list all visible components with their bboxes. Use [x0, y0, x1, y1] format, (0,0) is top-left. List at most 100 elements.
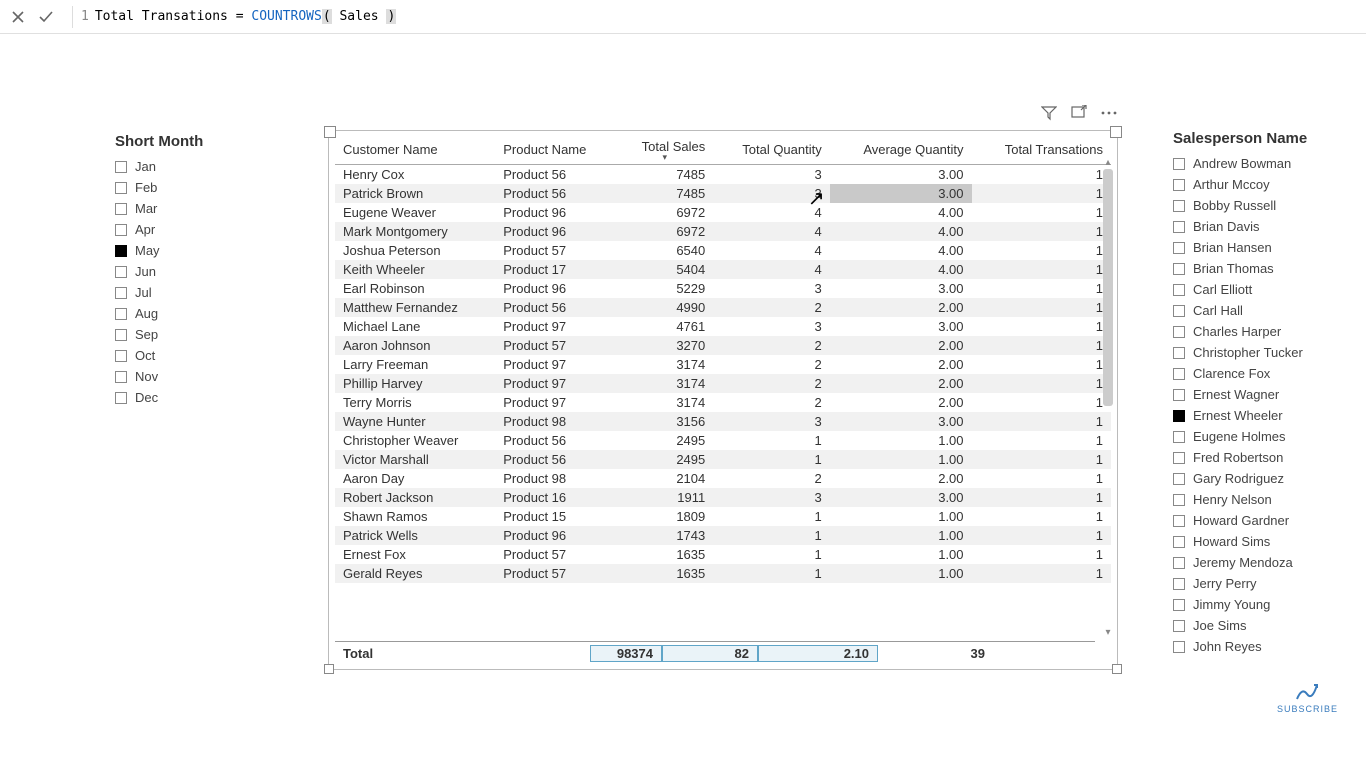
- salesperson-slicer-item[interactable]: Howard Sims: [1173, 531, 1353, 552]
- table-visual[interactable]: Customer NameProduct NameTotal SalesTota…: [328, 130, 1118, 670]
- table-row[interactable]: Eugene WeaverProduct 96697244.001: [335, 203, 1111, 222]
- month-slicer-item[interactable]: Dec: [115, 387, 295, 408]
- table-row[interactable]: Joshua PetersonProduct 57654044.001: [335, 241, 1111, 260]
- table-row[interactable]: Gerald ReyesProduct 57163511.001: [335, 564, 1111, 583]
- checkbox-icon[interactable]: [115, 371, 127, 383]
- salesperson-slicer-item[interactable]: Ernest Wagner: [1173, 384, 1353, 405]
- table-row[interactable]: Wayne HunterProduct 98315633.001: [335, 412, 1111, 431]
- checkbox-icon[interactable]: [1173, 200, 1185, 212]
- month-slicer-item[interactable]: Sep: [115, 324, 295, 345]
- salesperson-slicer-item[interactable]: Brian Davis: [1173, 216, 1353, 237]
- checkbox-icon[interactable]: [1173, 557, 1185, 569]
- checkbox-icon[interactable]: [1173, 326, 1185, 338]
- checkbox-icon[interactable]: [1173, 620, 1185, 632]
- checkbox-icon[interactable]: [1173, 410, 1185, 422]
- table-row[interactable]: Michael LaneProduct 97476133.001: [335, 317, 1111, 336]
- checkbox-icon[interactable]: [1173, 158, 1185, 170]
- month-slicer-item[interactable]: Oct: [115, 345, 295, 366]
- month-slicer-item[interactable]: Aug: [115, 303, 295, 324]
- salesperson-slicer-item[interactable]: John Reyes: [1173, 636, 1353, 657]
- checkbox-icon[interactable]: [1173, 494, 1185, 506]
- checkbox-icon[interactable]: [1173, 263, 1185, 275]
- filter-icon[interactable]: [1040, 104, 1058, 122]
- column-header[interactable]: Customer Name: [335, 135, 495, 165]
- salesperson-slicer-item[interactable]: Arthur Mccoy: [1173, 174, 1353, 195]
- checkbox-icon[interactable]: [1173, 347, 1185, 359]
- scroll-down-icon[interactable]: ▾: [1101, 625, 1115, 639]
- salesperson-slicer-item[interactable]: Jimmy Young: [1173, 594, 1353, 615]
- checkbox-icon[interactable]: [1173, 473, 1185, 485]
- table-row[interactable]: Patrick BrownProduct 56748533.001: [335, 184, 1111, 203]
- checkbox-icon[interactable]: [115, 350, 127, 362]
- more-options-icon[interactable]: [1100, 104, 1118, 122]
- checkbox-icon[interactable]: [115, 182, 127, 194]
- salesperson-slicer-item[interactable]: Eugene Holmes: [1173, 426, 1353, 447]
- checkbox-icon[interactable]: [115, 329, 127, 341]
- checkbox-icon[interactable]: [1173, 221, 1185, 233]
- table-row[interactable]: Phillip HarveyProduct 97317422.001: [335, 374, 1111, 393]
- checkbox-icon[interactable]: [1173, 515, 1185, 527]
- month-slicer-item[interactable]: May: [115, 240, 295, 261]
- month-slicer[interactable]: Short Month JanFebMarAprMayJunJulAugSepO…: [115, 133, 295, 408]
- salesperson-slicer-item[interactable]: Jerry Perry: [1173, 573, 1353, 594]
- salesperson-slicer-item[interactable]: Brian Hansen: [1173, 237, 1353, 258]
- checkbox-icon[interactable]: [1173, 284, 1185, 296]
- checkbox-icon[interactable]: [1173, 179, 1185, 191]
- checkbox-icon[interactable]: [1173, 242, 1185, 254]
- salesperson-slicer-item[interactable]: Jeremy Mendoza: [1173, 552, 1353, 573]
- table-row[interactable]: Keith WheelerProduct 17540444.001: [335, 260, 1111, 279]
- salesperson-slicer-item[interactable]: Carl Elliott: [1173, 279, 1353, 300]
- table-row[interactable]: Earl RobinsonProduct 96522933.001: [335, 279, 1111, 298]
- month-slicer-item[interactable]: Nov: [115, 366, 295, 387]
- table-row[interactable]: Aaron DayProduct 98210422.001: [335, 469, 1111, 488]
- column-header[interactable]: Total Quantity: [713, 135, 830, 165]
- table-row[interactable]: Matthew FernandezProduct 56499022.001: [335, 298, 1111, 317]
- checkbox-icon[interactable]: [1173, 536, 1185, 548]
- checkbox-icon[interactable]: [115, 224, 127, 236]
- checkbox-icon[interactable]: [1173, 368, 1185, 380]
- table-row[interactable]: Patrick WellsProduct 96174311.001: [335, 526, 1111, 545]
- table-row[interactable]: Aaron JohnsonProduct 57327022.001: [335, 336, 1111, 355]
- salesperson-slicer-item[interactable]: Fred Robertson: [1173, 447, 1353, 468]
- month-slicer-item[interactable]: Apr: [115, 219, 295, 240]
- salesperson-slicer-item[interactable]: Brian Thomas: [1173, 258, 1353, 279]
- salesperson-slicer-item[interactable]: Carl Hall: [1173, 300, 1353, 321]
- salesperson-slicer[interactable]: Salesperson Name Andrew BowmanArthur Mcc…: [1173, 130, 1353, 657]
- checkbox-icon[interactable]: [115, 161, 127, 173]
- table-row[interactable]: Henry CoxProduct 56748533.001: [335, 165, 1111, 185]
- table-row[interactable]: Christopher WeaverProduct 56249511.001: [335, 431, 1111, 450]
- table-row[interactable]: Victor MarshallProduct 56249511.001: [335, 450, 1111, 469]
- salesperson-slicer-item[interactable]: Clarence Fox: [1173, 363, 1353, 384]
- table-row[interactable]: Terry MorrisProduct 97317422.001: [335, 393, 1111, 412]
- table-row[interactable]: Mark MontgomeryProduct 96697244.001: [335, 222, 1111, 241]
- month-slicer-item[interactable]: Jan: [115, 156, 295, 177]
- scrollbar-thumb[interactable]: [1103, 169, 1113, 406]
- table-row[interactable]: Robert JacksonProduct 16191133.001: [335, 488, 1111, 507]
- vertical-scrollbar[interactable]: ▴ ▾: [1101, 155, 1115, 639]
- salesperson-slicer-item[interactable]: Andrew Bowman: [1173, 153, 1353, 174]
- subscribe-badge[interactable]: SUBSCRIBE: [1277, 682, 1338, 714]
- month-slicer-item[interactable]: Mar: [115, 198, 295, 219]
- checkbox-icon[interactable]: [1173, 599, 1185, 611]
- checkbox-icon[interactable]: [1173, 452, 1185, 464]
- table-row[interactable]: Larry FreemanProduct 97317422.001: [335, 355, 1111, 374]
- formula-commit-button[interactable]: [36, 7, 56, 27]
- table-row[interactable]: Shawn RamosProduct 15180911.001: [335, 507, 1111, 526]
- salesperson-slicer-item[interactable]: Howard Gardner: [1173, 510, 1353, 531]
- month-slicer-item[interactable]: Jul: [115, 282, 295, 303]
- checkbox-icon[interactable]: [1173, 389, 1185, 401]
- column-header[interactable]: Total Transations: [972, 135, 1111, 165]
- formula-text[interactable]: Total Transations = COUNTROWS( Sales ): [95, 9, 396, 24]
- salesperson-slicer-item[interactable]: Charles Harper: [1173, 321, 1353, 342]
- column-header[interactable]: Product Name: [495, 135, 616, 165]
- checkbox-icon[interactable]: [1173, 431, 1185, 443]
- scroll-up-icon[interactable]: ▴: [1101, 155, 1115, 169]
- salesperson-slicer-item[interactable]: Gary Rodriguez: [1173, 468, 1353, 489]
- salesperson-slicer-item[interactable]: Bobby Russell: [1173, 195, 1353, 216]
- checkbox-icon[interactable]: [1173, 578, 1185, 590]
- table-row[interactable]: Ernest FoxProduct 57163511.001: [335, 545, 1111, 564]
- salesperson-slicer-item[interactable]: Ernest Wheeler: [1173, 405, 1353, 426]
- checkbox-icon[interactable]: [115, 245, 127, 257]
- month-slicer-item[interactable]: Jun: [115, 261, 295, 282]
- formula-cancel-button[interactable]: [8, 7, 28, 27]
